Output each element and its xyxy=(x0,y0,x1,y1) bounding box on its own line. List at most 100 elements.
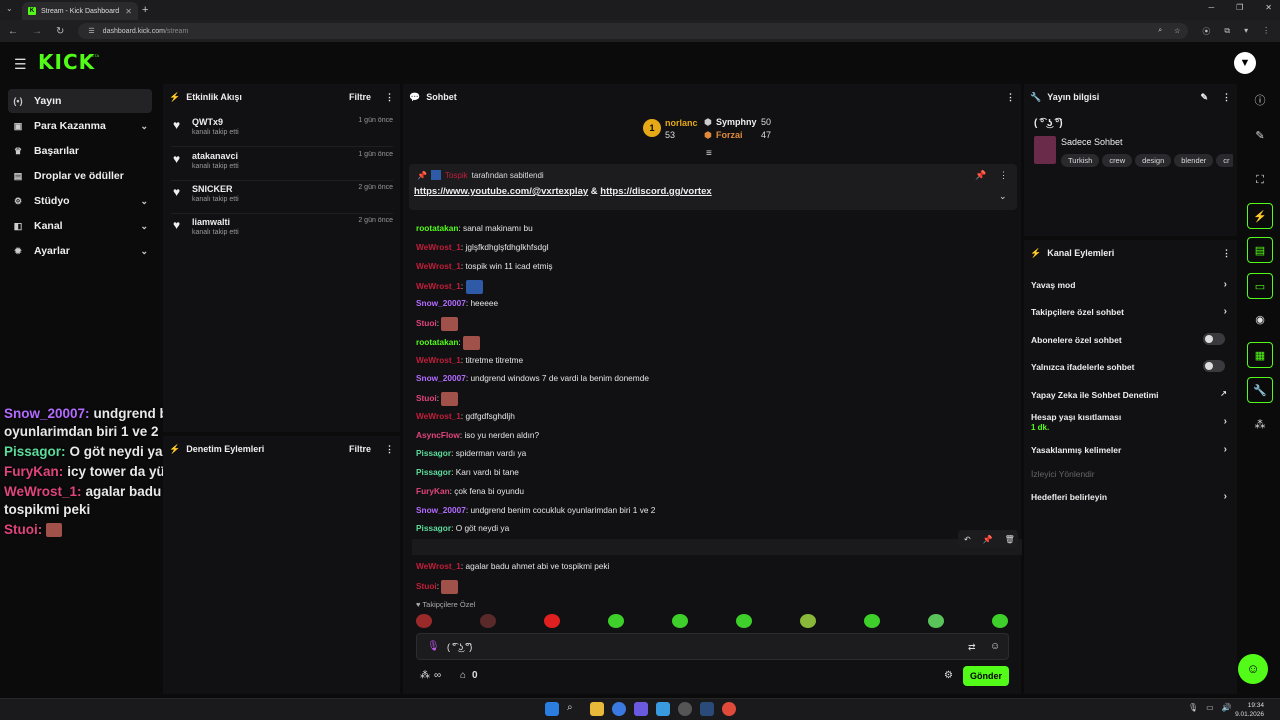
banned-words-item[interactable]: Yasaklanmış kelimeler › xyxy=(1031,444,1231,455)
file-explorer-icon[interactable] xyxy=(590,702,604,716)
discord-icon[interactable] xyxy=(634,702,648,716)
translate-icon[interactable]: ⇄ xyxy=(968,642,976,653)
chat-settings-icon[interactable]: ⚙ xyxy=(944,670,953,681)
chat-message[interactable]: Stuoi: xyxy=(416,317,459,331)
chat-message[interactable]: WeWrost_1: gdfgdfsghdljh xyxy=(416,411,515,421)
minimize-icon[interactable]: ─ xyxy=(1208,3,1214,12)
close-window-icon[interactable]: ✕ xyxy=(1265,3,1272,12)
chat-message[interactable]: Pissagor: Karı vardı bi tane xyxy=(416,467,519,477)
store-indicator[interactable]: ⌂ 0 xyxy=(460,670,478,681)
points-icon[interactable]: ⁂ xyxy=(1247,412,1273,438)
puzzle-icon[interactable]: ⧉ xyxy=(1224,26,1230,37)
followers-only-chat-item[interactable]: Takipçilere özel sohbet › xyxy=(1031,306,1231,317)
chat-message[interactable]: FuryKan: çok fena bi oyundu xyxy=(416,486,524,496)
goals-item[interactable]: Hedefleri belirleyin › xyxy=(1031,491,1231,502)
hamburger-menu-icon[interactable]: ☰ xyxy=(14,56,27,73)
maximize-icon[interactable]: ❐ xyxy=(1236,3,1243,12)
forward-icon[interactable]: → xyxy=(32,26,42,37)
back-icon[interactable]: ← xyxy=(8,26,18,37)
notes-icon[interactable]: ▤ xyxy=(1247,237,1273,263)
follower-name[interactable]: SNICKER xyxy=(192,184,233,194)
reload-icon[interactable]: ↻ xyxy=(56,26,64,37)
slow-mode-item[interactable]: Yavaş mod › xyxy=(1031,279,1231,290)
url-field[interactable]: ☰ dashboard.kick.com/stream ⌕ ☆ xyxy=(78,23,1189,39)
ai-moderation-item[interactable]: Yapay Zeka ile Sohbet Denetimi ↗ xyxy=(1031,389,1231,400)
more-options-icon[interactable]: ⋮ xyxy=(385,92,394,103)
mic-icon[interactable]: 🎙 xyxy=(1188,703,1198,712)
emote-image[interactable] xyxy=(441,317,459,331)
emote-icon[interactable] xyxy=(992,614,1008,628)
leader-name[interactable]: Symphny xyxy=(716,117,757,127)
follower-name[interactable]: atakanavci xyxy=(192,151,238,161)
youtube-link[interactable]: https://www.youtube.com/@vxrtexplay xyxy=(414,186,588,197)
emote-icon[interactable] xyxy=(864,614,880,628)
emote-only-toggle[interactable] xyxy=(1203,360,1225,372)
avatar[interactable]: ▼ xyxy=(1234,52,1256,74)
subscribers-only-toggle[interactable] xyxy=(1203,333,1225,345)
sidebar-item-kanal[interactable]: ◧ Kanal ⌄ xyxy=(8,214,152,238)
broadcast-icon[interactable]: ◉ xyxy=(1247,307,1273,333)
discord-link[interactable]: https://discord.gg/vortex xyxy=(600,186,711,197)
chat-username[interactable]: rootatakan xyxy=(416,223,458,233)
browser-tab[interactable]: K Stream - Kick Dashboard ✕ xyxy=(22,2,138,20)
new-tab-icon[interactable]: + xyxy=(142,4,148,16)
chat-username[interactable]: Pissagor xyxy=(416,523,451,533)
chat-username[interactable]: Pissagor xyxy=(416,467,451,477)
obs-icon[interactable] xyxy=(678,702,692,716)
sidebar-item-yayin[interactable]: (•) Yayın xyxy=(8,89,152,113)
leader-name[interactable]: norlanc xyxy=(665,118,698,128)
chat-message[interactable]: Snow_20007: undgrend windows 7 de vardi … xyxy=(416,373,649,383)
account-age-item[interactable]: Hesap yaşı kısıtlaması › 1 dk. xyxy=(1031,412,1231,432)
crop-icon[interactable]: ⛶ xyxy=(1247,167,1273,193)
emote-icon[interactable] xyxy=(800,614,816,628)
info-icon[interactable]: ⓘ xyxy=(1247,88,1273,114)
chat-username[interactable]: Pissagor xyxy=(416,448,451,458)
chat-message[interactable]: Pissagor: O göt neydi ya xyxy=(416,523,509,533)
unpin-icon[interactable]: 📌 xyxy=(975,170,986,181)
chat-username[interactable]: AsyncFlow xyxy=(416,430,460,440)
chat-bubble-icon[interactable]: ▭ xyxy=(1247,273,1273,299)
bolt-icon[interactable]: ⚡ xyxy=(1247,203,1273,229)
more-options-icon[interactable]: ⋮ xyxy=(385,444,394,455)
edit-icon[interactable]: ✎ xyxy=(1200,92,1208,103)
emote-icon[interactable] xyxy=(736,614,752,628)
chevron-down-icon[interactable]: ⌄ xyxy=(999,191,1007,202)
chat-message[interactable]: WeWrost_1: agalar badu ahmet abi ve tosp… xyxy=(416,561,609,571)
chat-username[interactable]: Stuoi xyxy=(416,318,437,328)
search-icon[interactable]: ⌕ xyxy=(567,702,581,716)
emote-icon[interactable] xyxy=(480,614,496,628)
sidebar-item-basarilar[interactable]: ♛ Başarılar xyxy=(8,139,152,163)
filter-button[interactable]: Filtre xyxy=(349,444,371,454)
microphone-icon[interactable]: 🎙 xyxy=(427,641,440,652)
chat-message[interactable]: Snow_20007: undgrend benim cocukluk oyun… xyxy=(416,505,655,515)
chat-username[interactable]: WeWrost_1 xyxy=(416,411,461,421)
emote-icon[interactable] xyxy=(928,614,944,628)
follower-name[interactable]: QWTx9 xyxy=(192,117,223,127)
pin-message-icon[interactable]: 📌 xyxy=(983,535,993,544)
chat-username[interactable]: WeWrost_1 xyxy=(416,242,461,252)
emote-image[interactable] xyxy=(441,580,459,594)
chat-message[interactable]: WeWrost_1: titretme titretme xyxy=(416,355,523,365)
chat-message[interactable]: WeWrost_1: jglşfkdhglşfdhglkhfsdgl xyxy=(416,242,549,252)
emote-icon[interactable] xyxy=(608,614,624,628)
layout-icon[interactable]: ▦ xyxy=(1247,342,1273,368)
shield-icon[interactable]: ▾ xyxy=(1244,26,1248,37)
pencil-icon[interactable]: ✎ xyxy=(1247,123,1273,149)
collapse-leaderboard-icon[interactable]: ≡ xyxy=(706,148,712,159)
app-icon[interactable] xyxy=(612,702,626,716)
emote-icon[interactable] xyxy=(672,614,688,628)
filter-button[interactable]: Filtre xyxy=(349,92,371,102)
zoom-icon[interactable]: ⌕ xyxy=(1158,27,1162,35)
emote-image[interactable] xyxy=(465,280,483,294)
chat-username[interactable]: WeWrost_1 xyxy=(416,561,461,571)
chat-message[interactable]: Snow_20007: heeeee xyxy=(416,298,498,308)
chat-message[interactable]: WeWrost_1: tospik win 11 icad etmiş xyxy=(416,261,553,271)
chat-username[interactable]: WeWrost_1 xyxy=(416,281,461,291)
chat-message[interactable]: rootatakan: sanal makinamı bu xyxy=(416,223,533,233)
chat-username[interactable]: Stuoi xyxy=(416,581,437,591)
reply-icon[interactable]: ↶ xyxy=(964,535,971,544)
follower-name[interactable]: liamwalti xyxy=(192,217,230,227)
tab-list-icon[interactable]: ⌄ xyxy=(6,4,13,13)
chat-username[interactable]: rootatakan xyxy=(416,337,458,347)
more-options-icon[interactable]: ⋮ xyxy=(1006,92,1015,103)
